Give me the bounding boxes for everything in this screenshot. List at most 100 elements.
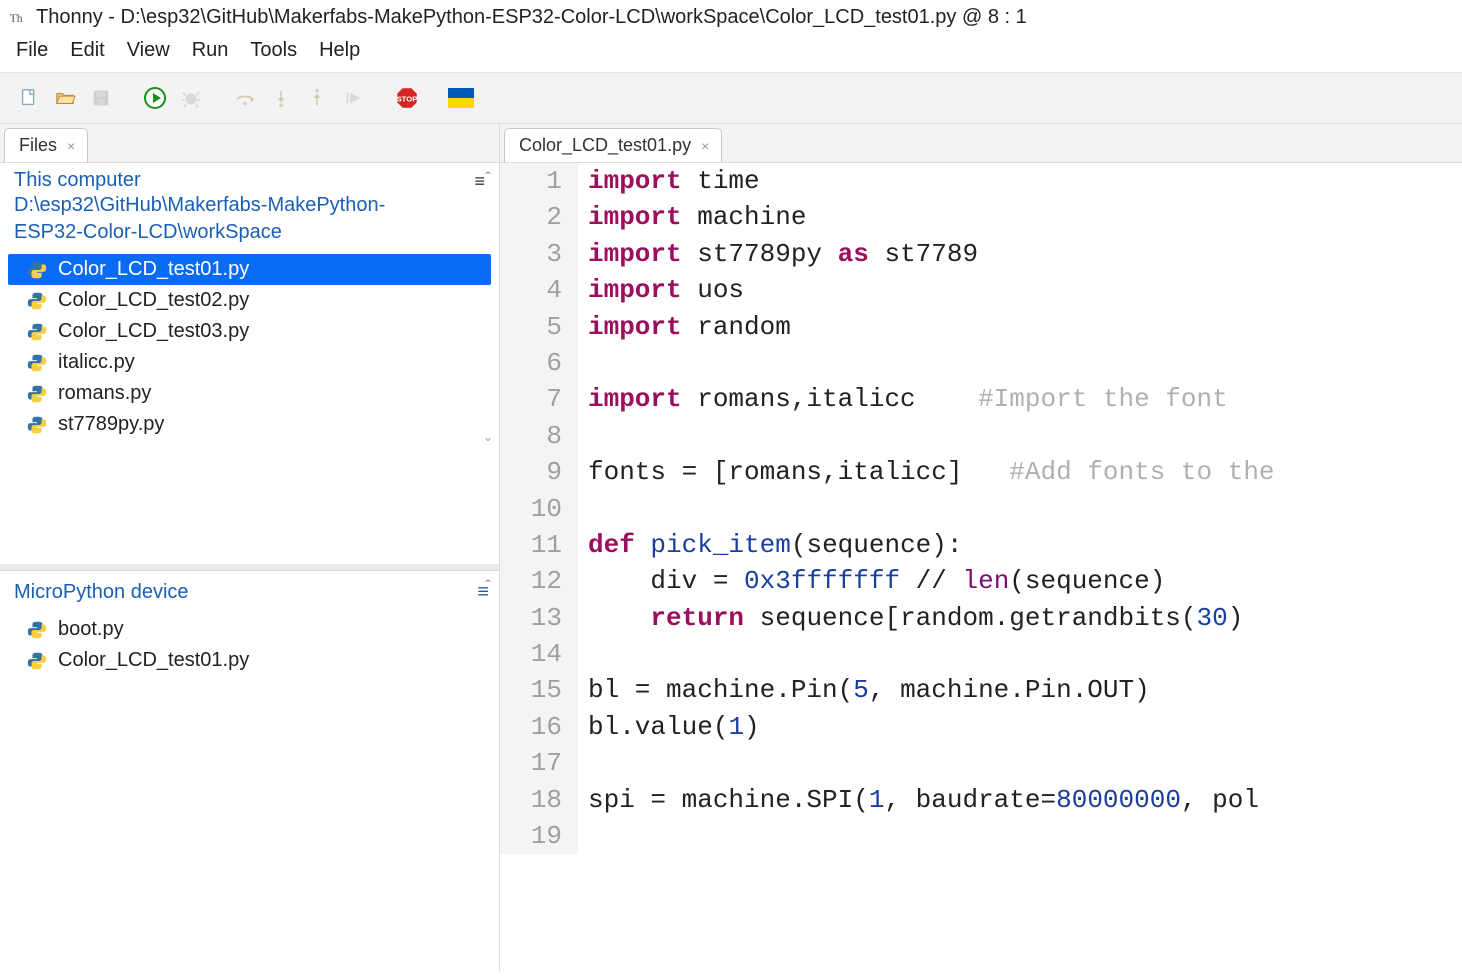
scroll-up-caret-icon[interactable]: ⌃ (479, 575, 497, 593)
code-content[interactable]: import random (578, 309, 791, 345)
svg-text:STOP: STOP (397, 94, 418, 103)
code-content[interactable]: return sequence[random.getrandbits(30) (578, 600, 1243, 636)
line-number: 6 (500, 345, 578, 381)
save-icon[interactable] (86, 83, 116, 113)
files-path[interactable]: D:\esp32\GitHub\Makerfabs-MakePython-ESP… (14, 192, 394, 246)
computer-file-item[interactable]: Color_LCD_test01.py (8, 254, 491, 285)
code-line[interactable]: 10 (500, 491, 1462, 527)
svg-text:Th: Th (10, 12, 23, 25)
python-file-icon (26, 619, 48, 641)
code-editor[interactable]: 1import time2import machine3import st778… (500, 163, 1462, 972)
device-file-list: boot.py Color_LCD_test01.py (0, 610, 499, 686)
stop-icon[interactable]: STOP (392, 83, 422, 113)
file-name-label: Color_LCD_test02.py (58, 289, 249, 312)
resume-icon[interactable] (338, 83, 368, 113)
code-line[interactable]: 7import romans,italicc #Import the font (500, 381, 1462, 417)
code-line[interactable]: 8 (500, 418, 1462, 454)
step-into-icon[interactable] (266, 83, 296, 113)
close-icon[interactable]: × (67, 138, 75, 154)
device-file-item[interactable]: boot.py (8, 614, 491, 645)
code-line[interactable]: 11def pick_item(sequence): (500, 527, 1462, 563)
computer-file-item[interactable]: Color_LCD_test02.py (8, 285, 491, 316)
device-heading[interactable]: MicroPython device (14, 581, 189, 604)
window-titlebar: Th Thonny - D:\esp32\GitHub\Makerfabs-Ma… (0, 0, 1462, 33)
line-number: 9 (500, 454, 578, 490)
line-number: 1 (500, 163, 578, 199)
code-content[interactable] (578, 818, 604, 854)
code-line[interactable]: 3import st7789py as st7789 (500, 236, 1462, 272)
code-line[interactable]: 18spi = machine.SPI(1, baudrate=80000000… (500, 782, 1462, 818)
editor-tabbar: Color_LCD_test01.py × (500, 124, 1462, 163)
code-content[interactable]: bl.value(1) (578, 709, 760, 745)
computer-file-item[interactable]: Color_LCD_test03.py (8, 316, 491, 347)
python-file-icon (26, 290, 48, 312)
flag-ukraine-icon[interactable] (446, 83, 476, 113)
debug-icon[interactable] (176, 83, 206, 113)
device-file-item[interactable]: Color_LCD_test01.py (8, 645, 491, 676)
menu-run[interactable]: Run (186, 37, 235, 64)
code-line[interactable]: 14 (500, 636, 1462, 672)
menu-tools[interactable]: Tools (244, 37, 303, 64)
code-content[interactable] (578, 491, 604, 527)
code-content[interactable]: import st7789py as st7789 (578, 236, 978, 272)
scroll-down-caret-icon[interactable]: ⌄ (479, 428, 497, 446)
code-line[interactable]: 4import uos (500, 272, 1462, 308)
left-pane: Files × ⌃ This computer D:\esp32\GitHub\… (0, 124, 500, 972)
code-line[interactable]: 12 div = 0x3fffffff // len(sequence) (500, 563, 1462, 599)
computer-file-item[interactable]: st7789py.py (8, 409, 491, 440)
step-out-icon[interactable] (302, 83, 332, 113)
files-panel: ⌃ This computer D:\esp32\GitHub\Makerfab… (0, 163, 499, 564)
code-line[interactable]: 6 (500, 345, 1462, 381)
line-number: 12 (500, 563, 578, 599)
file-name-label: st7789py.py (58, 413, 164, 436)
open-file-icon[interactable] (50, 83, 80, 113)
code-line[interactable]: 16bl.value(1) (500, 709, 1462, 745)
computer-file-item[interactable]: italicc.py (8, 347, 491, 378)
code-content[interactable] (578, 745, 604, 781)
menubar: File Edit View Run Tools Help (0, 33, 1462, 73)
scroll-up-caret-icon[interactable]: ⌃ (479, 167, 497, 185)
code-line[interactable]: 2import machine (500, 199, 1462, 235)
code-content[interactable]: bl = machine.Pin(5, machine.Pin.OUT) (578, 672, 1150, 708)
code-line[interactable]: 5import random (500, 309, 1462, 345)
code-line[interactable]: 17 (500, 745, 1462, 781)
code-content[interactable]: import machine (578, 199, 806, 235)
menu-file[interactable]: File (10, 37, 54, 64)
code-line[interactable]: 15bl = machine.Pin(5, machine.Pin.OUT) (500, 672, 1462, 708)
step-over-icon[interactable] (230, 83, 260, 113)
code-content[interactable] (578, 345, 604, 381)
code-line[interactable]: 19 (500, 818, 1462, 854)
code-content[interactable]: import uos (578, 272, 744, 308)
line-number: 11 (500, 527, 578, 563)
code-line[interactable]: 13 return sequence[random.getrandbits(30… (500, 600, 1462, 636)
menu-view[interactable]: View (121, 37, 176, 64)
line-number: 3 (500, 236, 578, 272)
code-content[interactable]: spi = machine.SPI(1, baudrate=80000000, … (578, 782, 1259, 818)
code-line[interactable]: 9fonts = [romans,italicc] #Add fonts to … (500, 454, 1462, 490)
python-file-icon (26, 650, 48, 672)
code-content[interactable]: import time (578, 163, 760, 199)
file-name-label: boot.py (58, 618, 124, 641)
code-content[interactable]: def pick_item(sequence): (578, 527, 963, 563)
line-number: 17 (500, 745, 578, 781)
code-content[interactable]: fonts = [romans,italicc] #Add fonts to t… (578, 454, 1275, 490)
run-icon[interactable] (140, 83, 170, 113)
computer-file-list: Color_LCD_test01.py Color_LCD_test02.py Co… (0, 250, 499, 450)
new-file-icon[interactable] (14, 83, 44, 113)
toolbar: STOP (0, 73, 1462, 124)
line-number: 14 (500, 636, 578, 672)
tab-editor-file[interactable]: Color_LCD_test01.py × (504, 128, 722, 162)
code-content[interactable] (578, 636, 604, 672)
files-heading[interactable]: This computer (14, 169, 394, 192)
file-name-label: Color_LCD_test01.py (58, 258, 249, 281)
tab-files[interactable]: Files × (4, 128, 88, 162)
computer-file-item[interactable]: romans.py (8, 378, 491, 409)
menu-edit[interactable]: Edit (64, 37, 110, 64)
code-line[interactable]: 1import time (500, 163, 1462, 199)
line-number: 4 (500, 272, 578, 308)
code-content[interactable]: div = 0x3fffffff // len(sequence) (578, 563, 1165, 599)
code-content[interactable]: import romans,italicc #Import the font (578, 381, 1228, 417)
menu-help[interactable]: Help (313, 37, 366, 64)
code-content[interactable] (578, 418, 604, 454)
close-icon[interactable]: × (701, 138, 709, 154)
